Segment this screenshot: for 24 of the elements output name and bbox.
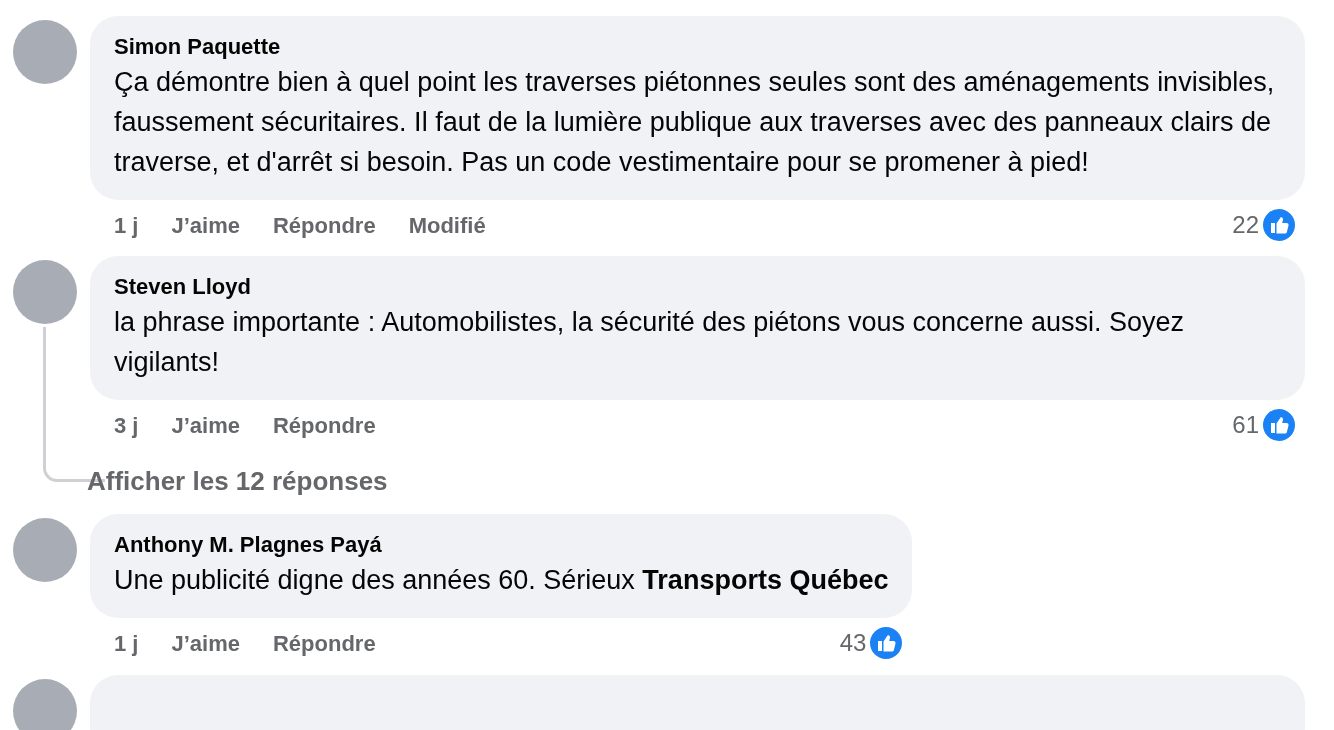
- author-name[interactable]: Simon Paquette: [114, 32, 1281, 62]
- comment-text: Ça démontre bien à quel point les traverses piétonnes seules sont des aménagements invisibles, faussement sécuritaires. Il faut de la lumière publique aux traverses avec des panneaux clairs de traverse, et d'arrêt si besoin. Pas un code vestimentaire pour se promener à pied!: [114, 66, 1276, 179]
- avatar-photo[interactable]: [13, 679, 77, 730]
- view-replies-link[interactable]: Afficher les 12 réponses: [87, 461, 388, 501]
- reply-link[interactable]: Répondre: [272, 208, 376, 242]
- reply-link[interactable]: Répondre: [272, 626, 376, 660]
- comment-text: la phrase importante : Automobilistes, la sécurité des piétons vous concerne aussi. Soyez vigilants!: [114, 306, 1186, 379]
- like-link[interactable]: J’aime: [171, 408, 240, 442]
- like-link[interactable]: J’aime: [171, 626, 240, 660]
- edited-label[interactable]: Modifié: [408, 208, 486, 242]
- reaction-count[interactable]: 61: [1232, 407, 1259, 443]
- like-reaction-icon: [868, 625, 905, 661]
- timestamp[interactable]: 1 j: [114, 208, 139, 242]
- reaction-count[interactable]: 43: [839, 625, 867, 661]
- timestamp[interactable]: 3 j: [114, 408, 139, 442]
- like-reaction-icon: [1261, 407, 1297, 443]
- timestamp[interactable]: 1 j: [114, 626, 139, 660]
- comment-text: Une publicité digne des années 60. Sérieux Transports Québec: [114, 564, 889, 597]
- author-name[interactable]: Anthony M. Plagnes Payá: [114, 530, 889, 560]
- reply-link[interactable]: Répondre: [272, 408, 376, 442]
- like-reaction-icon: [1261, 207, 1297, 243]
- reaction-count[interactable]: 22: [1232, 207, 1259, 243]
- author-name[interactable]: Steven Lloyd: [114, 272, 1281, 302]
- like-link[interactable]: J’aime: [171, 208, 240, 242]
